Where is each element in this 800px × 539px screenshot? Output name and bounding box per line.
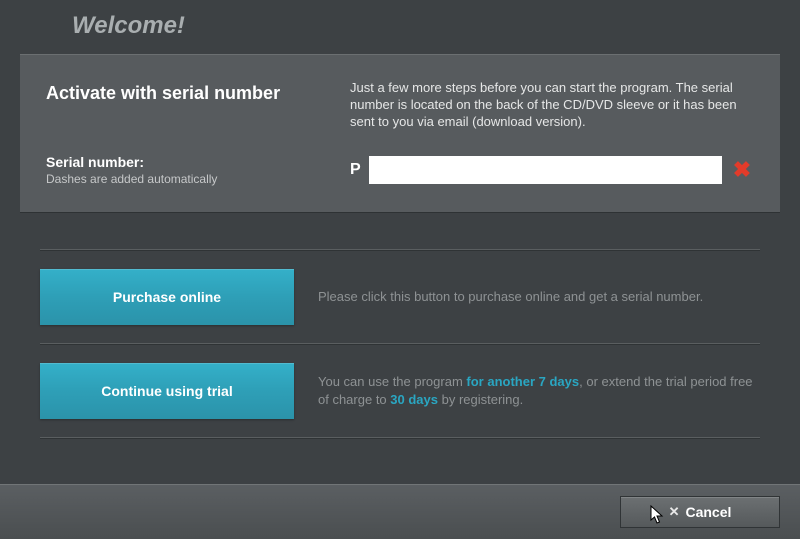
serial-label: Serial number: xyxy=(46,154,326,170)
trial-days-left: for another 7 days xyxy=(466,374,579,389)
close-icon: ✕ xyxy=(669,504,680,520)
trial-text-a: You can use the program xyxy=(318,374,466,389)
serial-sublabel: Dashes are added automatically xyxy=(46,172,326,186)
continue-trial-text: You can use the program for another 7 da… xyxy=(294,363,760,419)
page-title: Welcome! xyxy=(0,0,800,54)
invalid-icon: ✖ xyxy=(730,157,754,183)
serial-input[interactable] xyxy=(369,156,722,184)
trial-extend-days: 30 days xyxy=(390,392,438,407)
activate-heading: Activate with serial number xyxy=(46,83,326,130)
cancel-button[interactable]: ✕ Cancel xyxy=(620,496,780,528)
activate-instructions: Just a few more steps before you can sta… xyxy=(350,79,754,130)
activate-panel: Activate with serial number Just a few m… xyxy=(20,54,780,213)
purchase-online-text: Please click this button to purchase onl… xyxy=(294,269,760,325)
purchase-online-button[interactable]: Purchase online xyxy=(40,269,294,325)
footer-bar: ✕ Cancel xyxy=(0,484,800,539)
continue-trial-button[interactable]: Continue using trial xyxy=(40,363,294,419)
cancel-label: Cancel xyxy=(685,504,731,520)
serial-prefix: P xyxy=(350,161,361,179)
trial-text-c: by registering. xyxy=(438,392,523,407)
separator xyxy=(40,437,760,439)
activation-window: Welcome! Activate with serial number Jus… xyxy=(0,0,800,539)
options-section: Purchase online Please click this button… xyxy=(40,249,760,439)
